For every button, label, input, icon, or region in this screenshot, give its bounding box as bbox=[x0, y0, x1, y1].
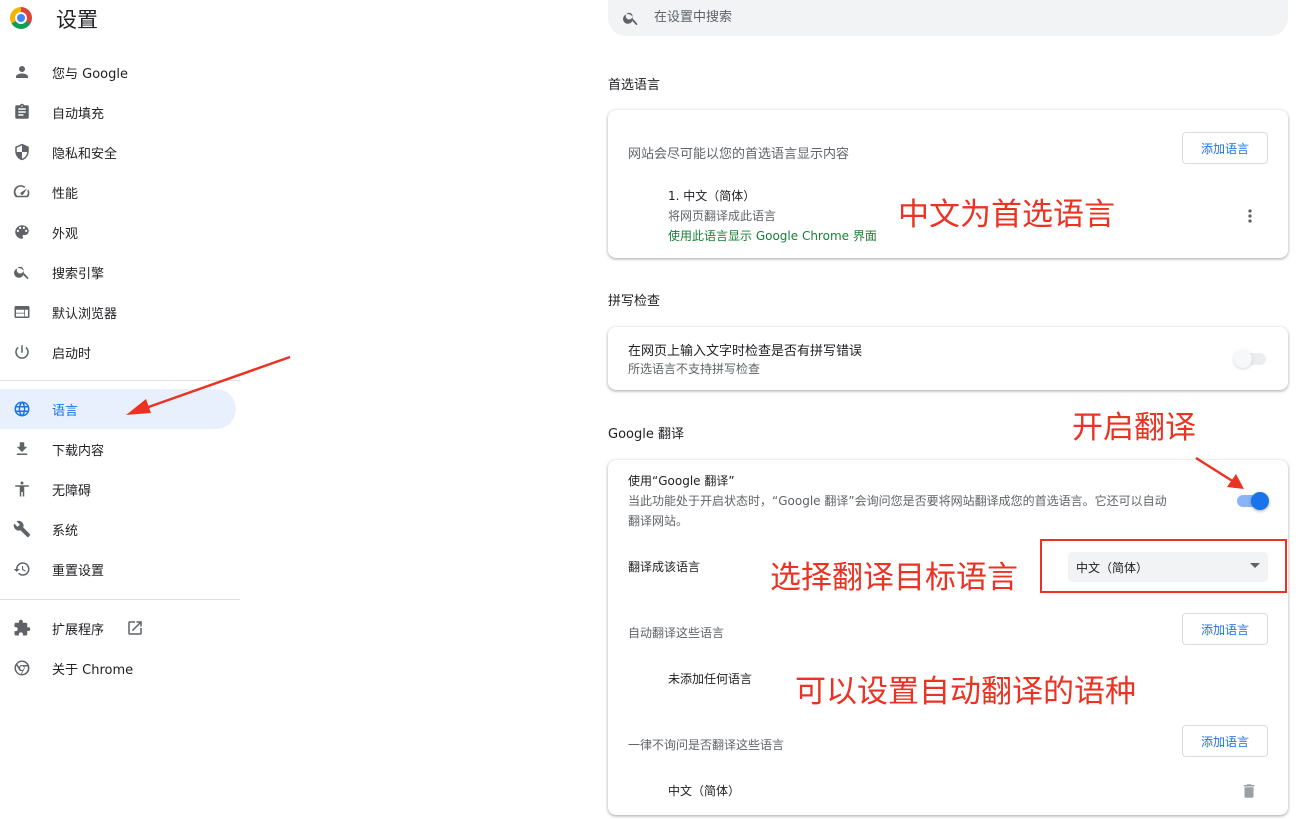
page-title: 设置 bbox=[56, 8, 98, 32]
sidebar-item-autofill[interactable]: 自动填充 bbox=[0, 92, 240, 132]
sidebar-item-accessibility[interactable]: 无障碍 bbox=[0, 469, 240, 509]
sidebar-item-about-chrome[interactable]: 关于 Chrome bbox=[0, 648, 240, 688]
sidebar-item-extensions[interactable]: 扩展程序 bbox=[0, 608, 240, 648]
use-google-translate-desc-line2: 翻译网站。 bbox=[628, 514, 689, 528]
person-icon bbox=[12, 62, 32, 82]
search-icon bbox=[12, 262, 32, 282]
preferred-language-name: 1. 中文（简体） bbox=[668, 189, 756, 203]
sidebar-item-label: 外观 bbox=[52, 226, 79, 242]
add-preferred-language-button[interactable]: 添加语言 bbox=[1182, 132, 1268, 164]
sidebar-item-performance[interactable]: 性能 bbox=[0, 172, 240, 212]
sidebar-item-label: 重置设置 bbox=[52, 563, 105, 579]
sidebar-item-label: 关于 Chrome bbox=[52, 662, 134, 678]
spell-check-title: 在网页上输入文字时检查是否有拼写错误 bbox=[628, 344, 863, 359]
translate-target-label: 翻译成该语言 bbox=[628, 560, 701, 574]
sidebar-item-label: 启动时 bbox=[52, 346, 92, 362]
auto-translate-label: 自动翻译这些语言 bbox=[628, 626, 725, 640]
spell-check-card: 在网页上输入文字时检查是否有拼写错误 所选语言不支持拼写检查 bbox=[608, 327, 1288, 390]
annotation-enable-translate: 开启翻译 bbox=[1072, 410, 1196, 446]
sidebar-item-label: 搜索引擎 bbox=[52, 266, 105, 282]
chrome-icon bbox=[12, 658, 32, 678]
puzzle-icon bbox=[12, 618, 32, 638]
sidebar-item-languages[interactable]: 语言 bbox=[0, 389, 236, 429]
preferred-languages-heading: 首选语言 bbox=[608, 78, 661, 93]
annotation-preferred-language: 中文为首选语言 bbox=[898, 197, 1115, 233]
sidebar-divider bbox=[0, 380, 240, 381]
speedometer-icon bbox=[12, 182, 32, 202]
spell-check-toggle[interactable] bbox=[1234, 350, 1268, 368]
sidebar-item-you-and-google[interactable]: 您与 Google bbox=[0, 52, 240, 92]
accessibility-icon bbox=[12, 479, 32, 499]
spell-check-heading: 拼写检查 bbox=[608, 294, 661, 309]
preferred-languages-description: 网站会尽可能以您的首选语言显示内容 bbox=[628, 147, 850, 162]
google-translate-toggle[interactable] bbox=[1235, 492, 1269, 510]
add-never-translate-language-button[interactable]: 添加语言 bbox=[1182, 725, 1268, 757]
sidebar-item-label: 语言 bbox=[52, 403, 79, 419]
sidebar-item-label: 隐私和安全 bbox=[52, 146, 118, 162]
sidebar-item-default-browser[interactable]: 默认浏览器 bbox=[0, 292, 240, 332]
search-icon bbox=[622, 9, 640, 27]
preferred-language-translate-note: 将网页翻译成此语言 bbox=[668, 209, 777, 223]
never-translate-label: 一律不询问是否翻译这些语言 bbox=[628, 738, 785, 752]
use-google-translate-desc-line1: 当此功能处于开启状态时，“Google 翻译”会询问您是否要将网站翻译成您的首选… bbox=[628, 494, 1167, 508]
annotation-highlight-box bbox=[1040, 539, 1287, 593]
preferred-languages-card: 网站会尽可能以您的首选语言显示内容 添加语言 1. 中文（简体） 将网页翻译成此… bbox=[608, 110, 1288, 258]
browser-window-icon bbox=[12, 302, 32, 322]
sidebar-item-appearance[interactable]: 外观 bbox=[0, 212, 240, 252]
search-input[interactable] bbox=[654, 6, 1254, 28]
trash-icon[interactable] bbox=[1240, 782, 1258, 800]
sidebar-item-system[interactable]: 系统 bbox=[0, 509, 240, 549]
download-icon bbox=[12, 439, 32, 459]
sidebar-item-label: 自动填充 bbox=[52, 106, 105, 122]
sidebar-item-privacy[interactable]: 隐私和安全 bbox=[0, 132, 240, 172]
clipboard-icon bbox=[12, 102, 32, 122]
sidebar-item-label: 默认浏览器 bbox=[52, 306, 118, 322]
chrome-logo-icon bbox=[10, 7, 32, 29]
sidebar-item-downloads[interactable]: 下载内容 bbox=[0, 429, 240, 469]
chrome-brand: 设置 bbox=[10, 6, 98, 32]
more-vert-icon[interactable] bbox=[1240, 206, 1260, 226]
preferred-language-ui-note: 使用此语言显示 Google Chrome 界面 bbox=[668, 229, 877, 243]
sidebar-item-label: 无障碍 bbox=[52, 483, 92, 499]
add-auto-translate-language-button[interactable]: 添加语言 bbox=[1182, 613, 1268, 645]
sidebar-item-label: 您与 Google bbox=[52, 66, 128, 82]
shield-icon bbox=[12, 142, 32, 162]
sidebar-item-label: 扩展程序 bbox=[52, 622, 105, 638]
toggle-knob bbox=[1251, 492, 1269, 510]
toggle-knob bbox=[1234, 350, 1252, 368]
sidebar-item-label: 下载内容 bbox=[52, 443, 105, 459]
google-translate-card: 使用“Google 翻译” 当此功能处于开启状态时，“Google 翻译”会询问… bbox=[608, 460, 1288, 815]
open-in-new-icon bbox=[126, 619, 144, 637]
sidebar-item-reset[interactable]: 重置设置 bbox=[0, 549, 240, 589]
annotation-auto-languages: 可以设置自动翻译的语种 bbox=[795, 674, 1136, 710]
wrench-icon bbox=[12, 519, 32, 539]
sidebar-nav: 您与 Google 自动填充 隐私和安全 性能 外观 搜索引擎 默认浏览器 启动… bbox=[0, 52, 240, 688]
use-google-translate-title: 使用“Google 翻译” bbox=[628, 474, 735, 488]
google-translate-heading: Google 翻译 bbox=[608, 427, 684, 442]
spell-check-subtitle: 所选语言不支持拼写检查 bbox=[628, 362, 761, 376]
settings-search-bar bbox=[608, 0, 1288, 36]
never-translate-language: 中文（简体） bbox=[668, 784, 741, 798]
auto-translate-empty: 未添加任何语言 bbox=[668, 672, 753, 686]
annotation-choose-target: 选择翻译目标语言 bbox=[770, 560, 1018, 596]
history-icon bbox=[12, 559, 32, 579]
sidebar-item-search-engine[interactable]: 搜索引擎 bbox=[0, 252, 240, 292]
globe-icon bbox=[12, 399, 32, 419]
power-icon bbox=[12, 342, 32, 362]
sidebar-divider bbox=[0, 599, 240, 600]
sidebar-item-on-startup[interactable]: 启动时 bbox=[0, 332, 240, 372]
sidebar-item-label: 系统 bbox=[52, 523, 79, 539]
sidebar-item-label: 性能 bbox=[52, 186, 79, 202]
palette-icon bbox=[12, 222, 32, 242]
